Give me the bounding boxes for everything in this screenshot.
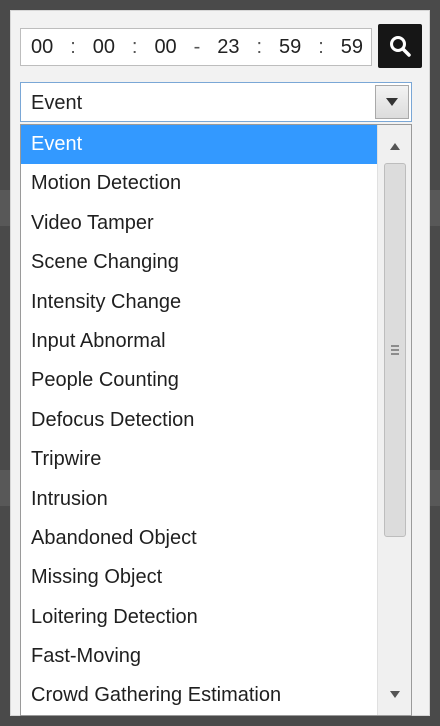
- select-toggle-button[interactable]: [375, 85, 409, 119]
- dropdown-option-tripwire[interactable]: Tripwire: [21, 440, 377, 479]
- dropdown-scrollbar[interactable]: [377, 125, 411, 715]
- dropdown-option-video-tamper[interactable]: Video Tamper: [21, 204, 377, 243]
- start-minute[interactable]: 00: [93, 36, 115, 59]
- dropdown-option-fast-moving[interactable]: Fast-Moving: [21, 637, 377, 676]
- dropdown-option-crowd-gathering-estimation[interactable]: Crowd Gathering Estimation: [21, 676, 377, 715]
- dropdown-option-intensity-change[interactable]: Intensity Change: [21, 283, 377, 322]
- dropdown-option-event[interactable]: Event: [21, 125, 377, 165]
- time-range-input[interactable]: 00 : 00 : 00 - 23 : 59 : 59: [20, 28, 372, 66]
- time-separator: :: [70, 35, 76, 58]
- time-separator: :: [131, 35, 138, 58]
- dropdown-option-people-counting[interactable]: People Counting: [21, 361, 377, 400]
- scroll-up-button[interactable]: [378, 129, 411, 163]
- dropdown-option-loitering-detection[interactable]: Loitering Detection: [21, 598, 377, 637]
- dropdown-option-missing-object[interactable]: Missing Object: [21, 558, 377, 597]
- end-minute[interactable]: 59: [279, 36, 301, 59]
- time-separator: :: [256, 35, 263, 58]
- time-separator: :: [318, 35, 324, 58]
- scroll-down-button[interactable]: [378, 677, 411, 711]
- dropdown-option-scene-changing[interactable]: Scene Changing: [21, 243, 377, 282]
- chevron-down-icon: [390, 690, 400, 698]
- dropdown-option-abandoned-object[interactable]: Abandoned Object: [21, 519, 377, 558]
- grip-icon: [391, 349, 399, 351]
- chevron-down-icon: [386, 98, 398, 106]
- end-second[interactable]: 59: [341, 36, 363, 59]
- grip-icon: [391, 345, 399, 347]
- start-hour[interactable]: 00: [31, 36, 53, 59]
- chevron-up-icon: [390, 142, 400, 150]
- scrollbar-thumb[interactable]: [384, 163, 406, 537]
- search-button[interactable]: [378, 24, 422, 68]
- dropdown-option-intrusion[interactable]: Intrusion: [21, 480, 377, 519]
- grip-icon: [391, 353, 399, 355]
- select-current-value: Event: [31, 92, 83, 114]
- dropdown-option-defocus-detection[interactable]: Defocus Detection: [21, 401, 377, 440]
- end-hour[interactable]: 23: [217, 36, 239, 59]
- range-separator: -: [193, 35, 201, 58]
- dropdown-option-input-abnormal[interactable]: Input Abnormal: [21, 322, 377, 361]
- event-type-dropdown: Event Motion Detection Video Tamper Scen…: [20, 124, 412, 716]
- start-second[interactable]: 00: [154, 36, 176, 59]
- dropdown-option-motion-detection[interactable]: Motion Detection: [21, 164, 377, 203]
- dropdown-option-list: Event Motion Detection Video Tamper Scen…: [21, 125, 377, 715]
- event-type-select[interactable]: Event: [20, 82, 412, 122]
- search-icon: [390, 36, 411, 57]
